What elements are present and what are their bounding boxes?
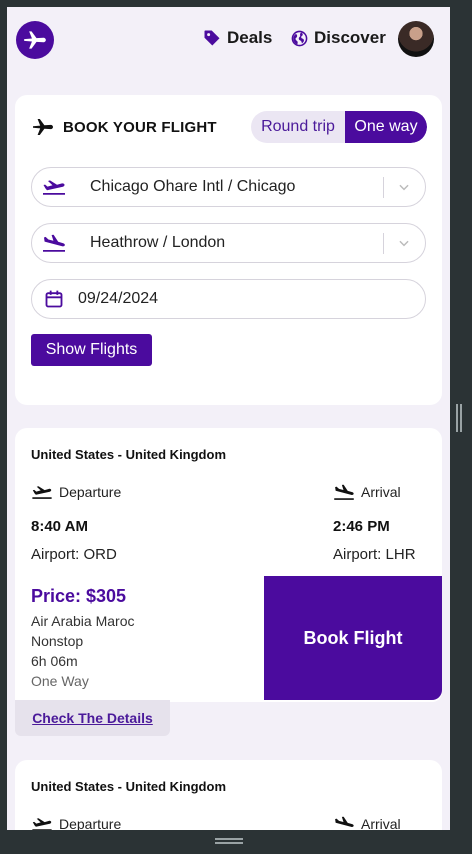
departure-time: 8:40 AM — [31, 518, 88, 535]
arrival-label: Arrival — [361, 484, 401, 500]
arrival-label-row: Arrival — [333, 816, 401, 830]
tag-icon — [204, 30, 220, 46]
booking-header: BOOK YOUR FLIGHT — [31, 115, 217, 139]
booking-title: BOOK YOUR FLIGHT — [63, 118, 217, 136]
nav-deals-label: Deals — [227, 28, 273, 47]
booking-form: BOOK YOUR FLIGHT Round trip One way Chic… — [15, 95, 442, 405]
nav-discover[interactable]: Discover — [291, 28, 386, 48]
trip-type-toggle[interactable]: Round trip One way — [251, 111, 427, 143]
departure-label-row: Departure — [31, 816, 121, 830]
departure-airport: Airport: ORD — [31, 546, 117, 563]
airline: Air Arabia Maroc — [31, 613, 135, 629]
vertical-resize-handle[interactable] — [456, 404, 464, 432]
nav-deals[interactable]: Deals — [203, 28, 272, 48]
arrival-label-row: Arrival — [333, 484, 401, 500]
nav-discover-label: Discover — [314, 28, 386, 47]
from-divider — [383, 177, 384, 198]
arrival-time: 2:46 PM — [333, 518, 390, 535]
trip-type: One Way — [31, 673, 89, 689]
book-flight-button[interactable]: Book Flight — [264, 576, 442, 700]
duration: 6h 06m — [31, 653, 78, 669]
from-select[interactable]: Chicago Ohare Intl / Chicago — [31, 167, 426, 207]
from-value: Chicago Ohare Intl / Chicago — [90, 178, 296, 195]
to-value: Heathrow / London — [90, 234, 226, 251]
round-trip-option[interactable]: Round trip — [251, 111, 345, 143]
chevron-down-icon — [399, 184, 409, 191]
chevron-down-icon — [399, 240, 409, 247]
departure-label: Departure — [59, 484, 122, 500]
one-way-option[interactable]: One way — [345, 111, 427, 143]
to-select[interactable]: Heathrow / London — [31, 223, 426, 263]
arrival-label: Arrival — [361, 816, 401, 830]
date-input[interactable]: 09/24/2024 — [31, 279, 426, 319]
horizontal-resize-handle[interactable] — [215, 838, 243, 846]
takeoff-icon — [32, 179, 76, 195]
app-viewport: Deals Discover BOOK YOUR FLIGHT Round tr… — [7, 7, 450, 830]
stops: Nonstop — [31, 633, 84, 649]
plane-logo-icon — [24, 31, 46, 49]
landing-icon — [32, 234, 76, 252]
avatar[interactable] — [398, 21, 434, 57]
flight-result-card: United States - United Kingdom Departure… — [15, 428, 442, 702]
calendar-icon — [32, 289, 76, 309]
price: Price: $305 — [31, 586, 127, 606]
takeoff-icon — [32, 486, 52, 499]
date-value: 09/24/2024 — [78, 290, 159, 307]
arrival-airport: Airport: LHR — [333, 546, 416, 563]
landing-icon — [335, 816, 354, 828]
flight-result-card: United States - United Kingdom Departure… — [15, 760, 442, 830]
globe-icon — [291, 30, 308, 46]
plane-icon — [33, 119, 53, 135]
to-divider — [383, 233, 384, 254]
departure-label: Departure — [59, 816, 122, 830]
logo[interactable] — [16, 21, 54, 59]
departure-label-row: Departure — [31, 484, 121, 500]
route-title: United States - United Kingdom — [31, 779, 226, 794]
check-details-button[interactable]: Check The Details — [15, 700, 170, 736]
landing-icon — [334, 484, 354, 500]
show-flights-button[interactable]: Show Flights — [31, 334, 152, 366]
takeoff-icon — [32, 818, 52, 830]
route-title: United States - United Kingdom — [31, 447, 226, 462]
